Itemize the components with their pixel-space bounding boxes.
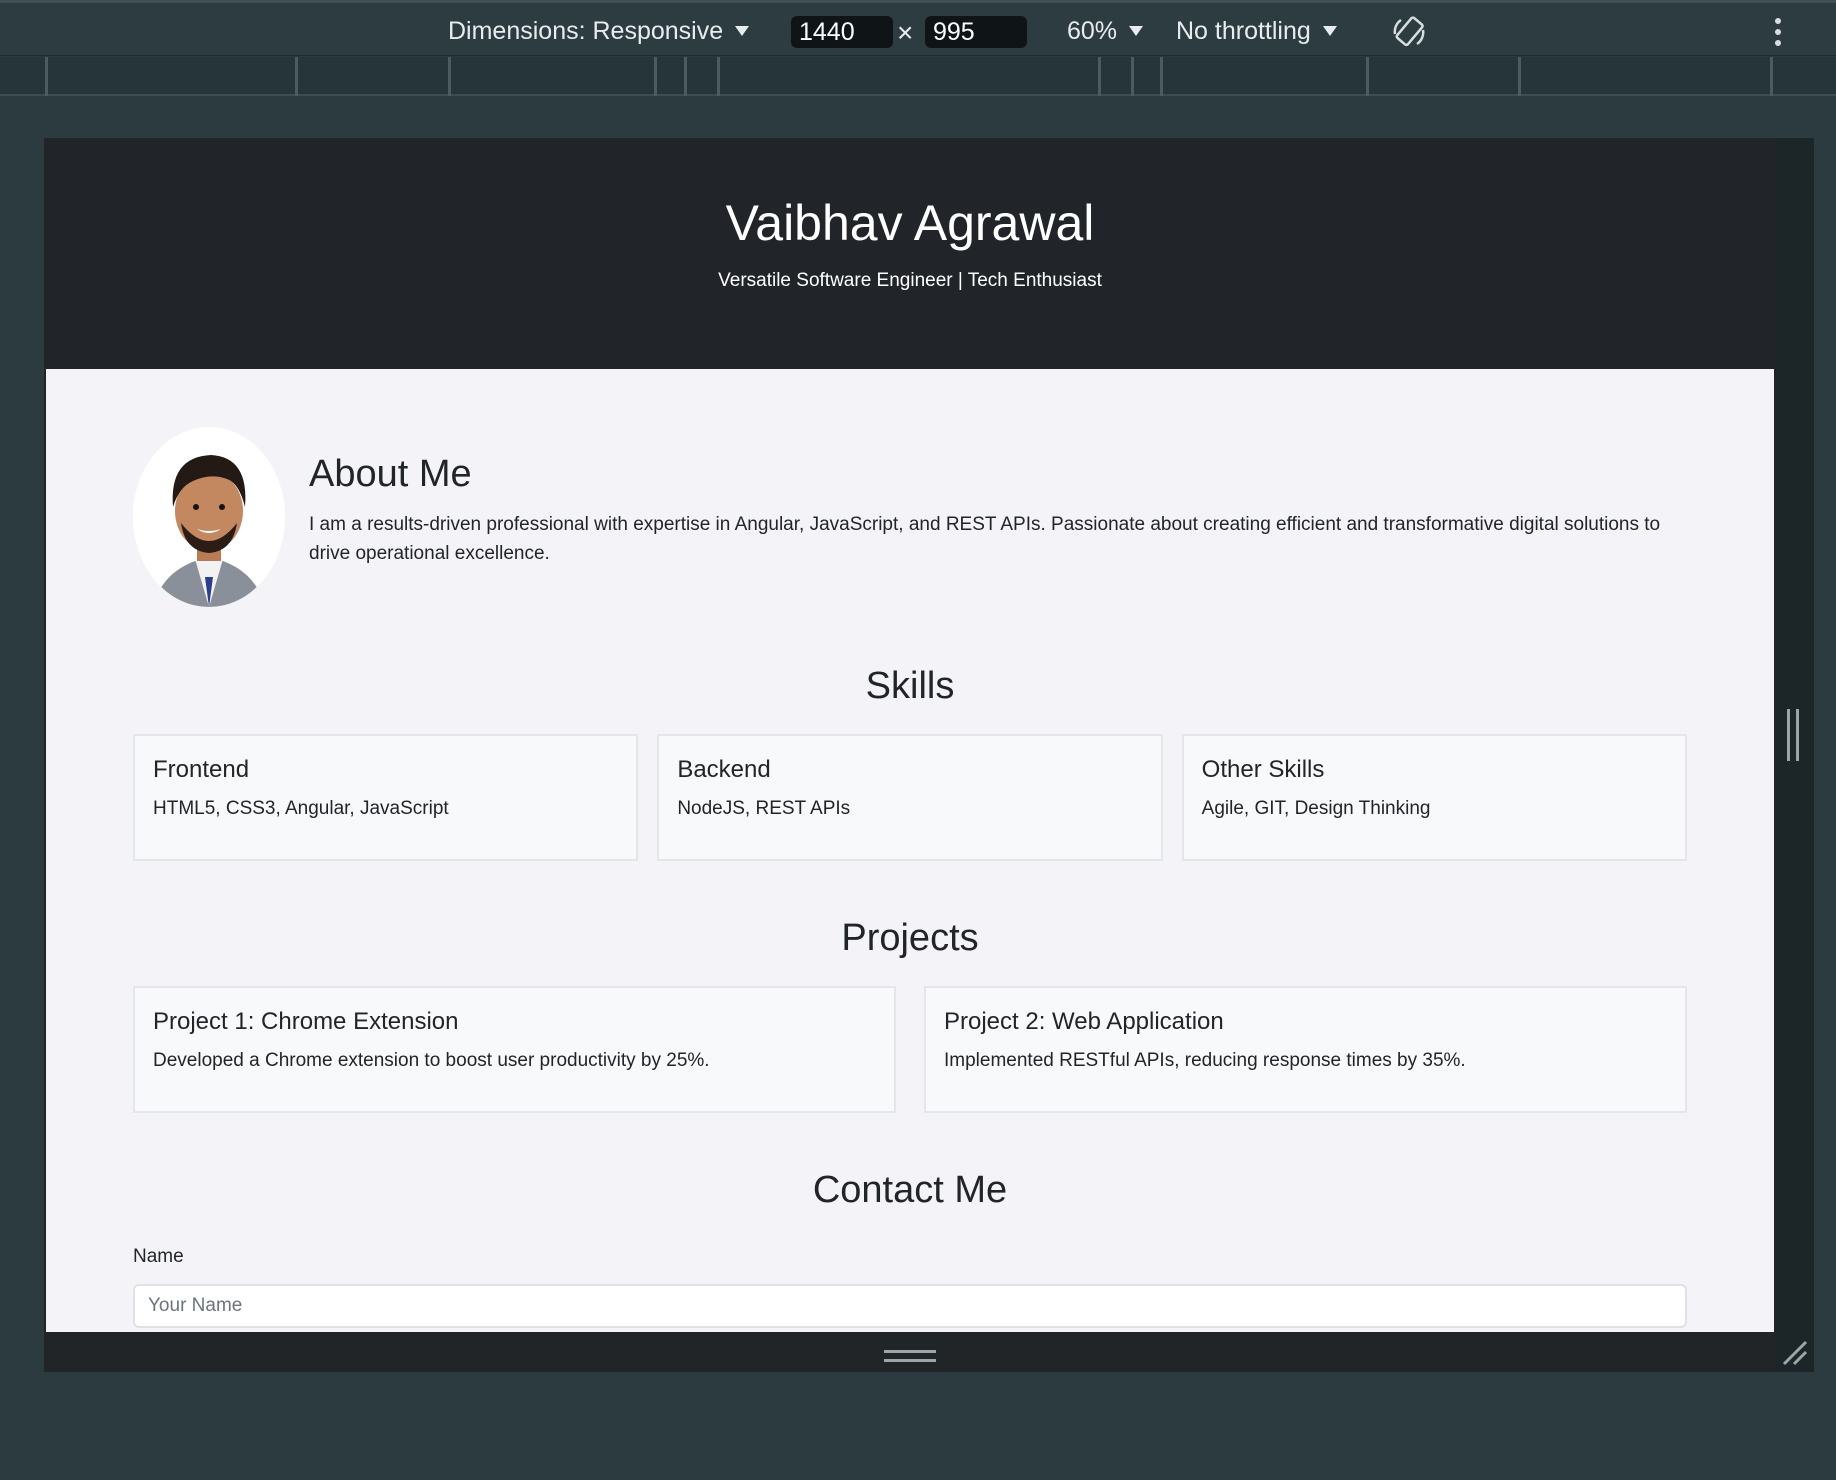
skill-card-desc: HTML5, CSS3, Angular, JavaScript — [153, 798, 449, 819]
about-text-block: About Me I am a results-driven professio… — [309, 453, 1687, 568]
profile-photo — [133, 427, 285, 607]
page-title: Vaibhav Agrawal — [725, 195, 1095, 251]
tagline: Versatile Software Engineer | Tech Enthu… — [718, 270, 1102, 291]
project-card-desc: Developed a Chrome extension to boost us… — [153, 1050, 710, 1071]
name-input[interactable] — [133, 1284, 1687, 1328]
corner-resize-icon[interactable] — [1782, 1340, 1808, 1366]
height-input[interactable]: 995 — [925, 16, 1027, 48]
skill-card-title: Other Skills — [1201, 756, 1325, 783]
skill-card-other: Other Skills Agile, GIT, Design Thinking — [1181, 734, 1687, 861]
throttling-label: No throttling — [1176, 16, 1311, 45]
rendered-page: Vaibhav Agrawal Versatile Software Engin… — [46, 138, 1774, 1332]
skill-card-desc: NodeJS, REST APIs — [677, 798, 851, 819]
resize-grip-icon[interactable] — [1787, 709, 1799, 761]
about-section: About Me I am a results-driven professio… — [133, 427, 1687, 607]
width-input[interactable]: 1440 — [791, 16, 893, 48]
about-description: I am a results-driven professional with … — [309, 514, 1661, 564]
skill-card-frontend: Frontend HTML5, CSS3, Angular, JavaScrip… — [133, 734, 639, 861]
zoom-label: 60% — [1067, 16, 1118, 45]
contact-title: Contact Me — [812, 1169, 1008, 1211]
project-cards: Project 1: Chrome Extension Developed a … — [133, 986, 1687, 1113]
rotate-icon[interactable] — [1391, 14, 1427, 50]
zoom-dropdown[interactable]: 60% — [1067, 3, 1144, 59]
skill-card-title: Frontend — [153, 756, 250, 783]
media-query-bar[interactable] — [0, 57, 1836, 96]
about-title: About Me — [309, 453, 472, 495]
project-card-2: Project 2: Web Application Implemented R… — [924, 986, 1687, 1113]
projects-title: Projects — [841, 917, 979, 959]
avatar — [133, 427, 285, 607]
dimensions-dropdown[interactable]: Dimensions: Responsive — [448, 3, 750, 59]
chevron-down-icon — [735, 26, 750, 36]
more-options-icon[interactable] — [1774, 18, 1782, 46]
project-card-title: Project 1: Chrome Extension — [153, 1008, 459, 1035]
skill-card-backend: Backend NodeJS, REST APIs — [657, 734, 1163, 861]
throttling-dropdown[interactable]: No throttling — [1176, 3, 1337, 59]
chevron-down-icon — [1129, 26, 1144, 36]
project-card-title: Project 2: Web Application — [944, 1008, 1224, 1035]
project-card-desc: Implemented RESTful APIs, reducing respo… — [944, 1050, 1466, 1071]
skills-title: Skills — [865, 665, 955, 707]
project-card-1: Project 1: Chrome Extension Developed a … — [133, 986, 896, 1113]
skill-card-title: Backend — [677, 756, 771, 783]
dimensions-label: Dimensions: Responsive — [448, 16, 724, 45]
times-separator: × — [897, 17, 914, 48]
skill-card-desc: Agile, GIT, Design Thinking — [1201, 798, 1431, 819]
device-toolbar: Dimensions: Responsive 1440 × 995 60% No… — [0, 0, 1836, 56]
hero-header: Vaibhav Agrawal Versatile Software Engin… — [46, 138, 1774, 369]
bottom-resize-grip-icon[interactable] — [884, 1350, 936, 1362]
main-content: About Me I am a results-driven professio… — [46, 427, 1774, 1328]
chevron-down-icon — [1322, 26, 1337, 36]
name-label: Name — [133, 1246, 184, 1267]
skills-cards: Frontend HTML5, CSS3, Angular, JavaScrip… — [133, 734, 1687, 861]
